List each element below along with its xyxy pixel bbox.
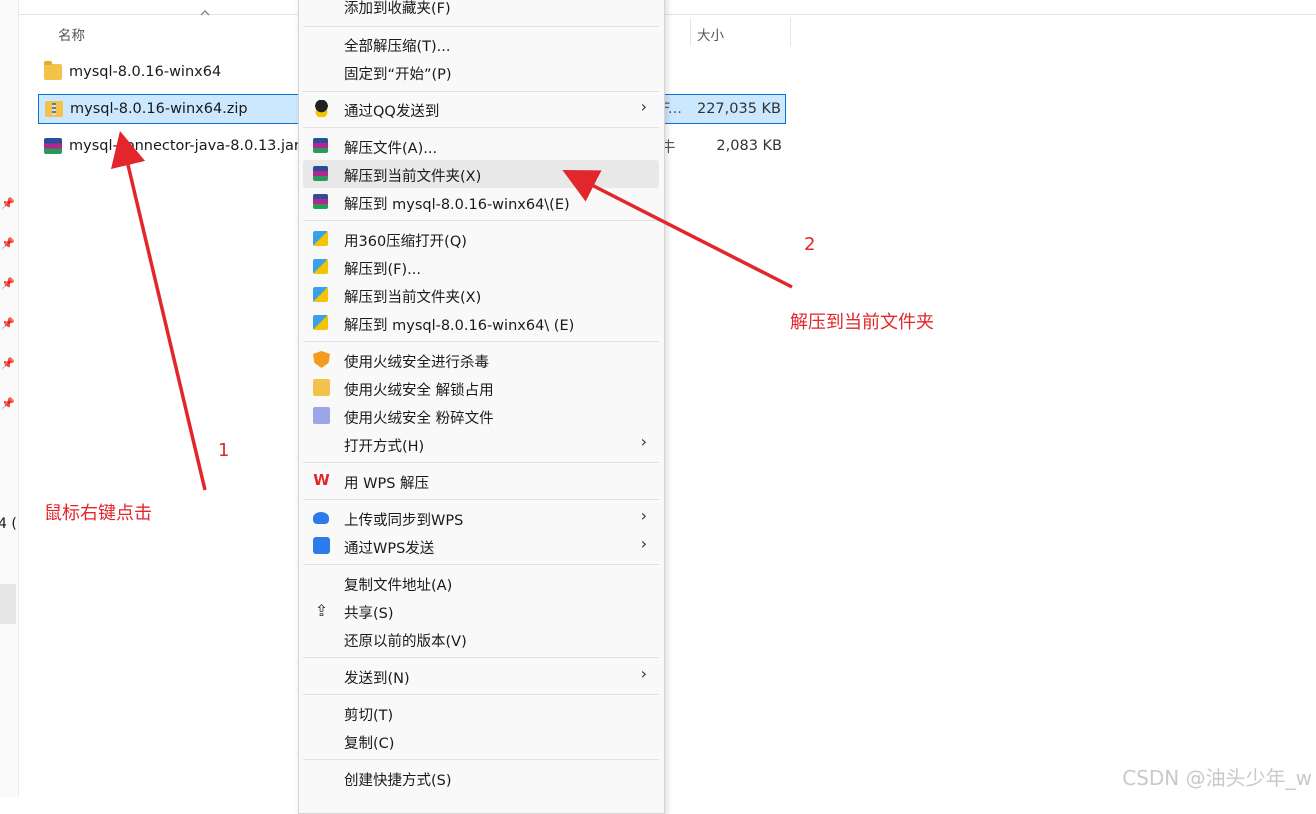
annotation-step-1-text: 鼠标右键点击 xyxy=(44,503,152,524)
annotation-arrow-2 xyxy=(562,170,793,289)
annotation-arrows xyxy=(111,130,793,491)
annotation-step-2-number: 2 xyxy=(804,234,816,255)
annotation-step-1-number: 1 xyxy=(218,440,230,461)
annotation-step-2-text: 解压到当前文件夹 xyxy=(790,312,934,333)
csdn-watermark: CSDN @油头少年_w xyxy=(1122,766,1312,790)
annotation-arrow-1 xyxy=(111,130,207,491)
